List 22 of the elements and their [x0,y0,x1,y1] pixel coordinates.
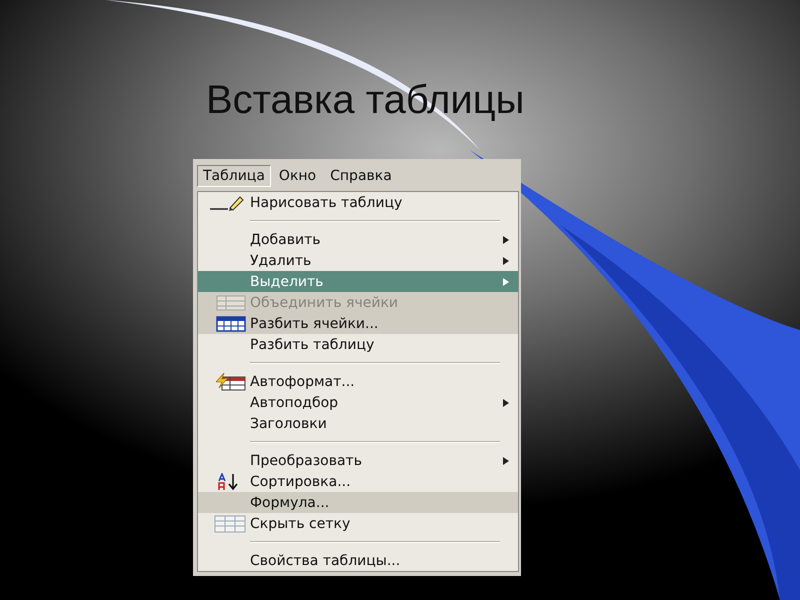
menu-item[interactable]: Нарисовать таблицу [198,192,518,213]
table-icon [216,316,246,332]
pencil-icon [210,194,246,210]
menu-item[interactable]: Заголовки [198,413,518,434]
menu-item[interactable]: Автоформат... [198,371,518,392]
menu-bar-item[interactable]: Справка [324,165,398,187]
menu-item[interactable]: Разбить таблицу [198,334,518,355]
menu-item[interactable]: Удалить [198,250,518,271]
menu-item[interactable]: Сортировка... [198,471,518,492]
menu-item[interactable]: Выделить [198,271,518,292]
menu-item[interactable]: Свойства таблицы... [198,550,518,571]
menu-item[interactable]: Добавить [198,229,518,250]
menu-item[interactable]: Разбить ячейки... [198,313,518,334]
menu-item[interactable]: Скрыть сетку [198,513,518,534]
grid-icon [214,514,246,532]
menu-item[interactable]: Формула... [198,492,518,513]
menu-bar-item[interactable]: Окно [272,165,322,187]
menu-item[interactable]: Автоподбор [198,392,518,413]
table-lightning-icon [216,372,246,390]
menu-item[interactable]: Преобразовать [198,450,518,471]
table-icon [216,294,246,310]
menu-bar-item[interactable]: Таблица [197,165,271,187]
